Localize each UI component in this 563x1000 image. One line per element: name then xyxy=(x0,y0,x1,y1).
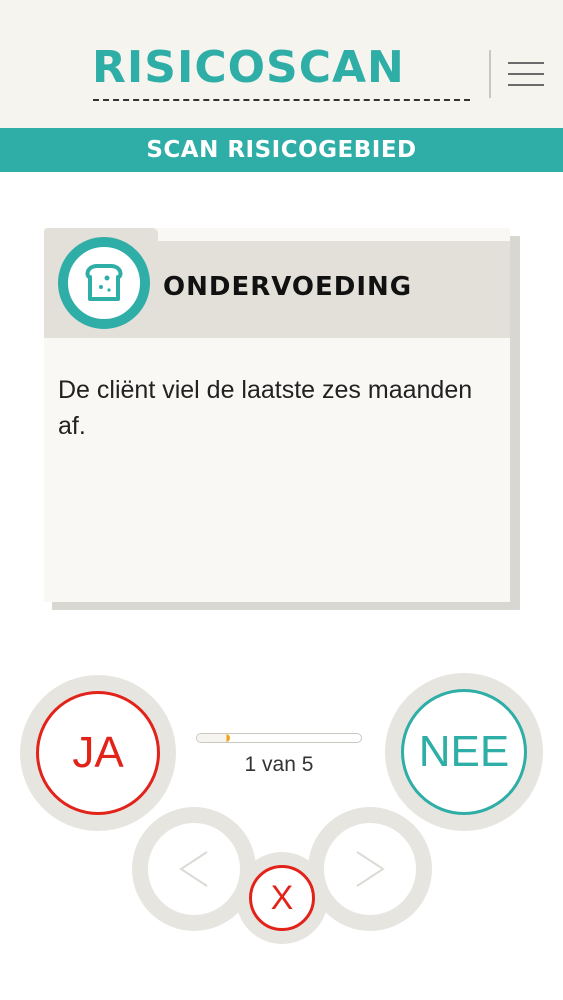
app-header: RISICOSCAN xyxy=(0,0,563,128)
close-button[interactable]: X xyxy=(249,865,315,931)
yes-button[interactable]: JA xyxy=(36,691,160,815)
bread-slice-icon xyxy=(58,237,150,329)
card-statement: De cliënt viel de laatste zes maanden af… xyxy=(58,376,473,440)
card-title: ONDERVOEDING xyxy=(163,272,413,302)
chevron-right-icon xyxy=(356,851,385,887)
no-button[interactable]: NEE xyxy=(401,689,527,815)
progress-bar xyxy=(196,733,362,743)
logo-underline xyxy=(93,99,470,101)
next-button[interactable] xyxy=(324,823,416,915)
chevron-left-icon xyxy=(179,851,208,887)
app-logo: RISICOSCAN xyxy=(92,42,405,93)
header-divider xyxy=(489,50,491,98)
hamburger-menu-icon[interactable] xyxy=(508,58,544,90)
previous-button[interactable] xyxy=(148,823,240,915)
section-title-bar: SCAN RISICOGEBIED xyxy=(0,128,563,172)
progress-label: 1 van 5 xyxy=(244,753,314,776)
progress-fill xyxy=(197,734,230,742)
